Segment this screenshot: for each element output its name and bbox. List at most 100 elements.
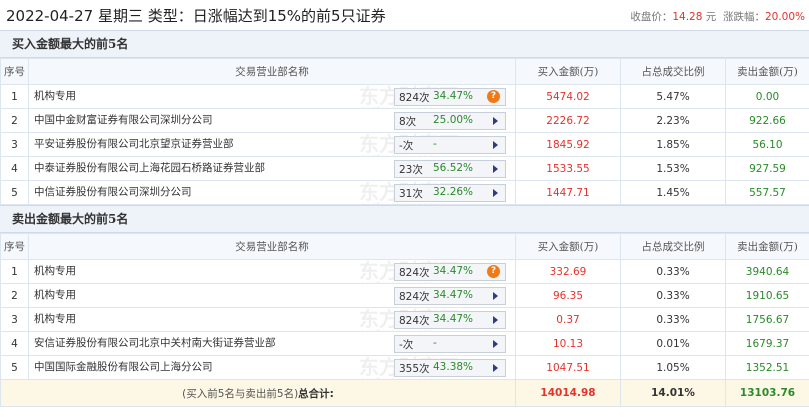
branch-name-link[interactable]: 中国中金财富证券有限公司深圳分公司: [34, 110, 213, 132]
table-row: 3东方财富网eastmoney.com平安证券股份有限公司北京望京证券营业部-次…: [0, 132, 809, 157]
branch-stats[interactable]: 824次 34.47%: [394, 311, 506, 329]
buy-table-header: 序号 交易营业部名称 买入金额(万) 占总成交比例 卖出金额(万): [0, 58, 809, 85]
row-index: 5: [0, 180, 29, 205]
sell-amount: 922.66: [725, 108, 809, 133]
change-label: 涨跌幅：: [722, 11, 765, 23]
sell-amount: 557.57: [725, 180, 809, 205]
branch-name-link[interactable]: 中信证券股份有限公司深圳分公司: [34, 182, 192, 204]
change-value: 20.00%: [764, 11, 805, 23]
branch-stats[interactable]: 824次 34.47%?: [394, 263, 506, 281]
col-ratio: 占总成交比例: [620, 58, 726, 85]
branch-name-link[interactable]: 机构专用: [34, 309, 76, 331]
branch-name-link[interactable]: 中国国际金融股份有限公司上海分公司: [34, 357, 213, 379]
branch-count: 8次: [399, 116, 417, 128]
branch-name-link[interactable]: 中泰证券股份有限公司上海花园石桥路证券营业部: [34, 158, 265, 180]
branch-count: 824次: [399, 291, 430, 303]
table-row: 1东方财富网eastmoney.com机构专用824次34.47%?332.69…: [0, 259, 809, 284]
close-price-value: 14.28: [672, 11, 703, 23]
expand-arrow-icon[interactable]: [493, 189, 498, 197]
branch-stats[interactable]: 824次 34.47%?: [394, 88, 506, 106]
ratio: 0.33%: [620, 283, 726, 308]
buy-amount: 1533.55: [515, 156, 621, 181]
branch-cell: 东方财富网eastmoney.com中信证券股份有限公司深圳分公司31次32.2…: [28, 180, 516, 205]
ratio: 0.33%: [620, 307, 726, 332]
branch-count: 31次: [399, 188, 423, 200]
page-header: 2022-04-27 星期三 类型：日涨幅达到15%的前5只证券 收盘价：14.…: [0, 0, 809, 30]
branch-cell: 东方财富网eastmoney.com平安证券股份有限公司北京望京证券营业部-次-: [28, 132, 516, 157]
table-row: 5东方财富网eastmoney.com中信证券股份有限公司深圳分公司31次32.…: [0, 180, 809, 205]
expand-arrow-icon[interactable]: [493, 340, 498, 348]
sell-amount: 1910.65: [725, 283, 809, 308]
branch-cell: 东方财富网eastmoney.com中国国际金融股份有限公司上海分公司355次4…: [28, 355, 516, 380]
branch-count: 23次: [399, 164, 423, 176]
sell-table-header: 序号 交易营业部名称 买入金额(万) 占总成交比例 卖出金额(万): [0, 233, 809, 260]
buy-table: 序号 交易营业部名称 买入金额(万) 占总成交比例 卖出金额(万) 1东方财富网…: [0, 58, 809, 205]
table-row: 4 安信证券股份有限公司北京中关村南大街证券营业部 -次 - 10.13 0.01% 167…: [0, 331, 809, 356]
row-index: 5: [0, 355, 29, 380]
total-sell-amount: 13103.76: [725, 379, 809, 407]
ratio: 1.45%: [620, 180, 726, 205]
buy-amount: 332.69: [515, 259, 621, 284]
branch-stats[interactable]: 824次 34.47%: [394, 287, 506, 305]
table-row: 2 机构专用 824次 34.47% 96.35 0.33% 1910.65: [0, 283, 809, 308]
sell-amount: 56.10: [725, 132, 809, 157]
branch-name-link[interactable]: 机构专用: [34, 86, 76, 108]
branch-percent: 34.47%: [433, 289, 474, 301]
branch-percent: 25.00%: [433, 114, 474, 126]
branch-name-link[interactable]: 安信证券股份有限公司北京中关村南大街证券营业部: [34, 333, 276, 355]
col-branch-name: 交易营业部名称: [28, 58, 516, 85]
branch-stats[interactable]: 355次 43.38%: [394, 359, 506, 377]
ratio: 2.23%: [620, 108, 726, 133]
buy-amount: 1447.71: [515, 180, 621, 205]
row-index: 2: [0, 283, 29, 308]
branch-cell: 安信证券股份有限公司北京中关村南大街证券营业部 -次 -: [28, 331, 516, 356]
branch-name-link[interactable]: 机构专用: [34, 261, 76, 283]
price-summary: 收盘价：14.28 元 涨跌幅：20.00%: [630, 9, 805, 24]
branch-name-link[interactable]: 机构专用: [34, 285, 76, 307]
total-row: (买入前5名与卖出前5名)总合计: 14014.98 14.01% 13103.…: [0, 379, 809, 407]
col-buy-amount: 买入金额(万): [515, 58, 621, 85]
branch-count: -次: [399, 339, 414, 351]
buy-amount: 10.13: [515, 331, 621, 356]
branch-cell: 东方财富网eastmoney.com机构专用824次34.47%?: [28, 259, 516, 284]
col-sell-amount: 卖出金额(万): [725, 58, 809, 85]
expand-arrow-icon[interactable]: [493, 364, 498, 372]
branch-count: 824次: [399, 92, 430, 104]
expand-arrow-icon[interactable]: [493, 165, 498, 173]
question-icon[interactable]: ?: [487, 265, 500, 278]
page-title: 2022-04-27 星期三 类型：日涨幅达到15%的前5只证券: [6, 7, 386, 25]
total-ratio: 14.01%: [620, 379, 726, 407]
branch-stats[interactable]: 8次 25.00%: [394, 112, 506, 130]
row-index: 4: [0, 156, 29, 181]
ratio: 0.01%: [620, 331, 726, 356]
row-index: 1: [0, 84, 29, 109]
table-row: 4 中泰证券股份有限公司上海花园石桥路证券营业部 23次 56.52% 1533.55 1…: [0, 156, 809, 181]
branch-percent: 43.38%: [433, 361, 474, 373]
question-icon[interactable]: ?: [487, 90, 500, 103]
buy-amount: 0.37: [515, 307, 621, 332]
expand-arrow-icon[interactable]: [493, 141, 498, 149]
sell-amount: 0.00: [725, 84, 809, 109]
branch-name-link[interactable]: 平安证券股份有限公司北京望京证券营业部: [34, 134, 234, 156]
expand-arrow-icon[interactable]: [493, 117, 498, 125]
branch-percent: 34.47%: [433, 265, 474, 277]
expand-arrow-icon[interactable]: [493, 292, 498, 300]
table-row: 3东方财富网eastmoney.com机构专用824次34.47%0.370.3…: [0, 307, 809, 332]
buy-amount: 96.35: [515, 283, 621, 308]
branch-stats[interactable]: -次 -: [394, 335, 506, 353]
branch-stats[interactable]: 23次 56.52%: [394, 160, 506, 178]
row-index: 2: [0, 108, 29, 133]
ratio: 1.85%: [620, 132, 726, 157]
branch-stats[interactable]: 31次 32.26%: [394, 184, 506, 202]
sell-amount: 3940.64: [725, 259, 809, 284]
col-index: 序号: [0, 233, 29, 260]
branch-cell: 机构专用 824次 34.47%: [28, 283, 516, 308]
row-index: 3: [0, 307, 29, 332]
branch-cell: 中国中金财富证券有限公司深圳分公司 8次 25.00%: [28, 108, 516, 133]
branch-stats[interactable]: -次 -: [394, 136, 506, 154]
expand-arrow-icon[interactable]: [493, 316, 498, 324]
row-index: 4: [0, 331, 29, 356]
sell-section-title: 卖出金额最大的前5名: [0, 205, 809, 233]
branch-count: 355次: [399, 363, 430, 375]
branch-percent: -: [433, 337, 437, 349]
